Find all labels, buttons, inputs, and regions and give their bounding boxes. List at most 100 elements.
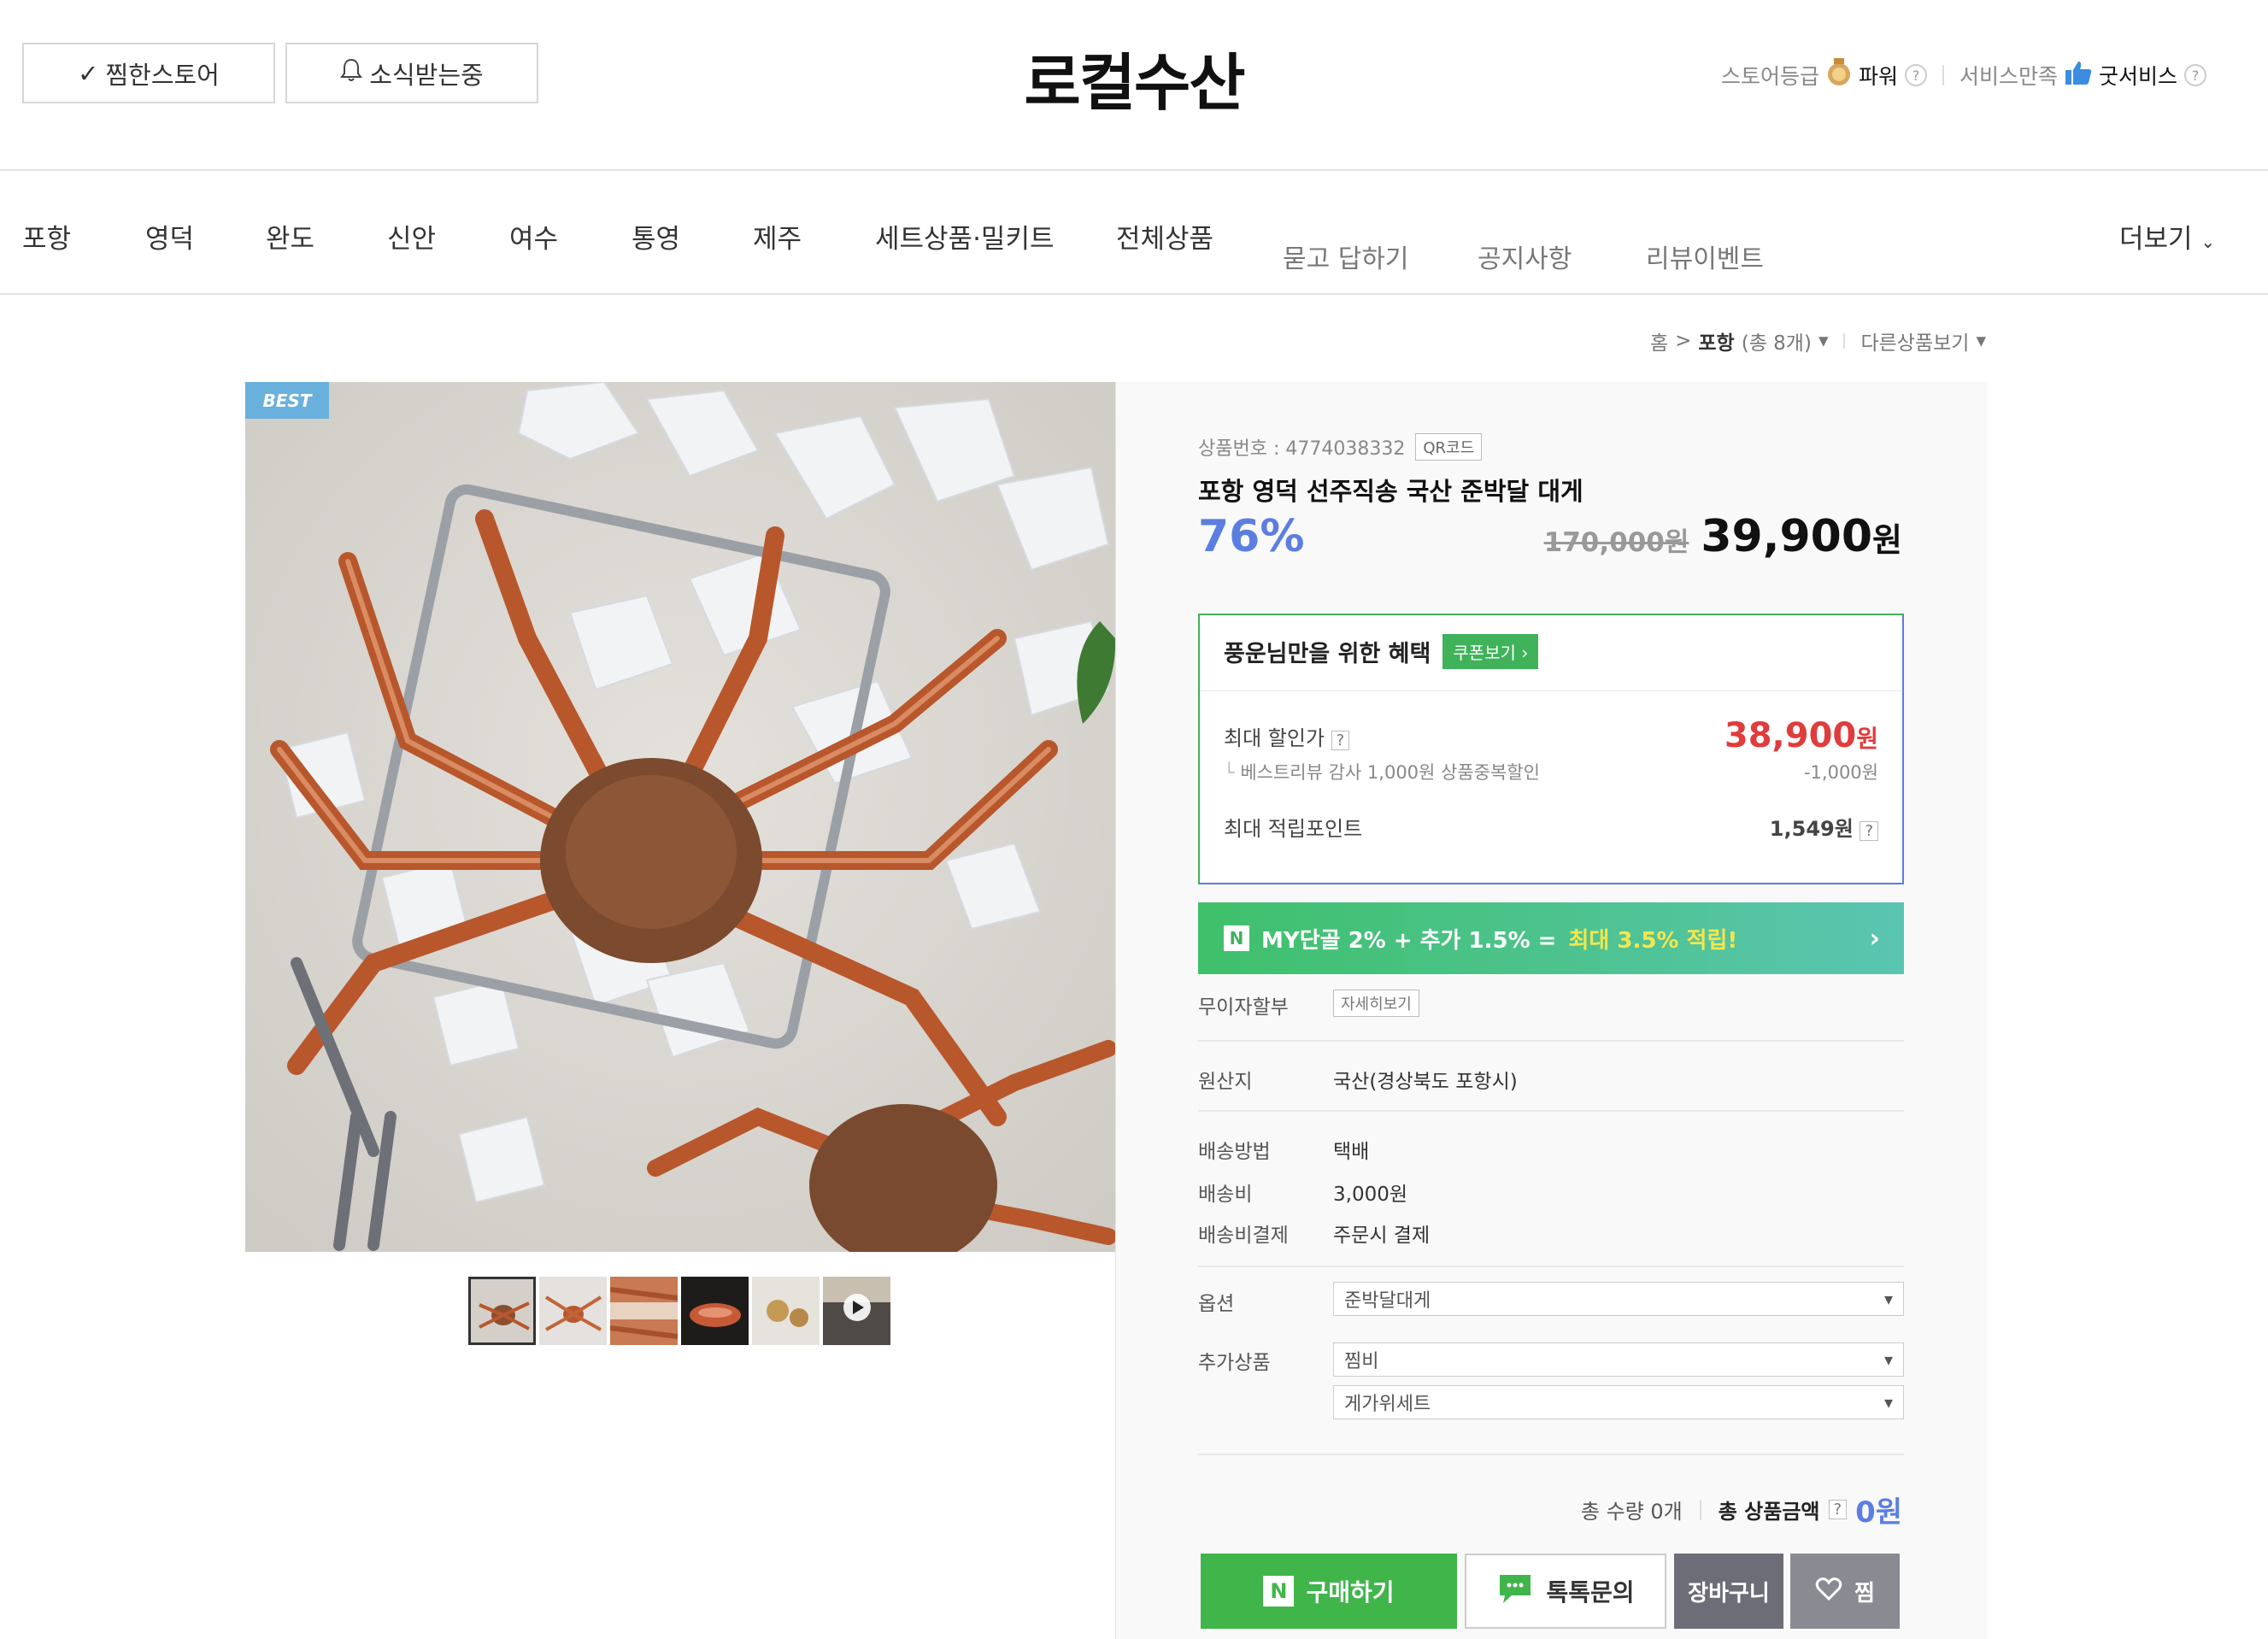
chevron-right-icon: › [1521,643,1529,663]
review-discount-row: └ 베스트리뷰 감사 1,000원 상품중복할인 -1,000원 [1224,759,1878,784]
points-row: 최대 적립포인트 1,549원 ? [1224,812,1878,842]
divider [1200,690,1902,691]
price-block: 170,000원 39,900원 [1544,511,1902,562]
buy-label: 구매하기 [1306,1578,1395,1607]
nav-item-sinan[interactable]: 신안 [387,217,436,256]
nav-item-yeongdeok[interactable]: 영덕 [145,217,194,256]
talktalk-label: 톡톡문의 [1546,1578,1635,1607]
won-unit: 원 [1856,725,1878,753]
original-price: 170,000원 [1543,527,1689,558]
talktalk-button[interactable]: 톡톡문의 [1465,1554,1666,1629]
cart-button[interactable]: 장바구니 [1674,1554,1783,1629]
nav-item-tongyeong[interactable]: 통영 [632,217,680,256]
grade-help-icon[interactable]: ? [1904,64,1927,86]
grade-label: 스토어등급 [1720,64,1819,89]
sale-price: 39,900원 [1701,511,1902,562]
help-icon[interactable]: ? [1828,1500,1848,1519]
addon-select-2[interactable]: 게가위세트 [1333,1385,1904,1419]
total-amount-value: 0원 [1855,1495,1902,1530]
divider [1699,1499,1701,1520]
help-icon[interactable]: ? [1331,730,1350,750]
other-products-link[interactable]: 다른상품보기 [1860,326,1969,355]
product-main-image[interactable] [245,382,1115,1252]
divider [1198,1266,1904,1267]
max-discount-label: 최대 할인가 [1224,726,1325,750]
option-select[interactable]: 준박달대게 [1333,1282,1904,1316]
nav-top-border [0,169,2268,171]
thumbnail-video[interactable] [823,1277,890,1345]
thumbnail[interactable] [681,1277,749,1345]
review-discount-value: -1,000원 [1803,762,1878,783]
sale-price-number: 39,900 [1701,511,1873,562]
qr-code-button[interactable]: QR코드 [1415,433,1483,461]
nav-item-review-event[interactable]: 리뷰이벤트 [1646,238,1764,275]
origin-label: 원산지 [1198,1071,1253,1093]
installment-detail-button[interactable]: 자세히보기 [1333,990,1419,1017]
nav-more-label: 더보기 [2119,224,2193,255]
nav-item-qna[interactable]: 묻고 답하기 [1283,238,1409,275]
nav-item-notice[interactable]: 공지사항 [1478,238,1572,275]
service-value: 굿서비스 [2098,64,2177,89]
breadcrumb-category[interactable]: 포항 [1698,326,1734,355]
nav-item-jeju[interactable]: 제주 [753,217,802,256]
caret-down-icon: ▾ [1976,330,1986,352]
corner-icon: └ [1224,762,1241,783]
divider [1942,65,1944,85]
grade-value: 파워 [1858,64,1898,89]
chevron-right-icon: › [1869,923,1880,954]
nav-item-yeosu[interactable]: 여수 [509,217,558,256]
total-summary: 총 수량 0개 총 상품금액 ? 0원 [1581,1489,1902,1530]
npay-membership-banner[interactable]: N MY단골 2% + 추가 1.5% = 최대 3.5% 적립! › [1198,902,1904,974]
addon-label: 추가상품 [1198,1352,1271,1374]
points-label: 최대 적립포인트 [1224,817,1363,841]
nav-item-wando[interactable]: 완도 [266,217,314,256]
thumbnail-strip [468,1277,890,1345]
thumbnail[interactable] [468,1277,536,1345]
chevron-down-icon: ⌄ [2200,232,2216,252]
coupon-label: 쿠폰보기 [1453,643,1516,663]
divider [1198,1110,1904,1112]
nav-item-set-mealkit[interactable]: 세트상품·밀키트 [875,217,1055,256]
caret-down-icon[interactable]: ▾ [1819,330,1829,352]
divider [1198,1040,1904,1042]
nav-item-all-products[interactable]: 전체상품 [1116,217,1213,256]
zzim-button[interactable]: 찜 [1790,1554,1900,1629]
max-discount-row: 최대 할인가 ? 38,900원 [1224,716,1878,755]
review-discount-label: 베스트리뷰 감사 1,000원 상품중복할인 [1240,762,1540,783]
sale-price-unit: 원 [1872,521,1902,559]
best-badge: BEST [245,382,329,419]
thumbnail[interactable] [752,1277,820,1345]
talktalk-icon [1496,1571,1534,1612]
shipping-fee-value: 3,000원 [1333,1184,1408,1206]
thumbnail[interactable] [610,1277,678,1345]
shipping-payment-label: 배송비결제 [1198,1225,1289,1247]
max-discount-value-wrap: 38,900원 [1725,716,1878,755]
breadcrumb-count: (총 8개) [1741,332,1812,355]
nav-more-button[interactable]: 더보기 ⌄ [2119,217,2215,256]
service-help-icon[interactable]: ? [2184,64,2206,86]
benefit-box: 풍운님만을 위한 혜택 쿠폰보기 › 최대 할인가 ? 38,900원 └ 베스… [1198,614,1904,884]
shipping-fee-label: 배송비 [1198,1184,1253,1206]
installment-label: 무이자할부 [1198,996,1289,1019]
npay-text: MY단골 2% + 추가 1.5% = [1261,927,1557,954]
points-value: 1,549원 [1769,817,1854,841]
breadcrumb: 홈 > 포항 (총 8개) ▾ 다른상품보기 ▾ [1650,326,1986,355]
breadcrumb-home[interactable]: 홈 [1650,326,1668,355]
npay-highlight: 최대 3.5% 적립! [1568,927,1738,954]
product-number: 상품번호 : 4774038332 QR코드 [1198,433,1483,461]
max-discount-label-wrap: 최대 할인가 ? [1224,721,1350,751]
divider [1198,1454,1904,1455]
shipping-method-value: 택배 [1333,1141,1370,1163]
naver-n-icon: N [1263,1576,1295,1607]
breadcrumb-separator-icon: > [1675,330,1692,352]
help-icon[interactable]: ? [1860,821,1878,841]
points-value-wrap: 1,549원 ? [1770,812,1878,842]
store-grade: 스토어등급 파워 ? 서비스만족 굿서비스 ? [1721,58,2206,92]
coupon-button[interactable]: 쿠폰보기 › [1442,634,1539,669]
addon-select-1[interactable]: 찜비 [1333,1342,1904,1377]
npay-icon: N [1224,925,1249,951]
buy-button[interactable]: N 구매하기 [1201,1554,1457,1629]
divider [1843,333,1846,349]
nav-item-pohang[interactable]: 포항 [22,217,71,256]
thumbnail[interactable] [539,1277,607,1345]
